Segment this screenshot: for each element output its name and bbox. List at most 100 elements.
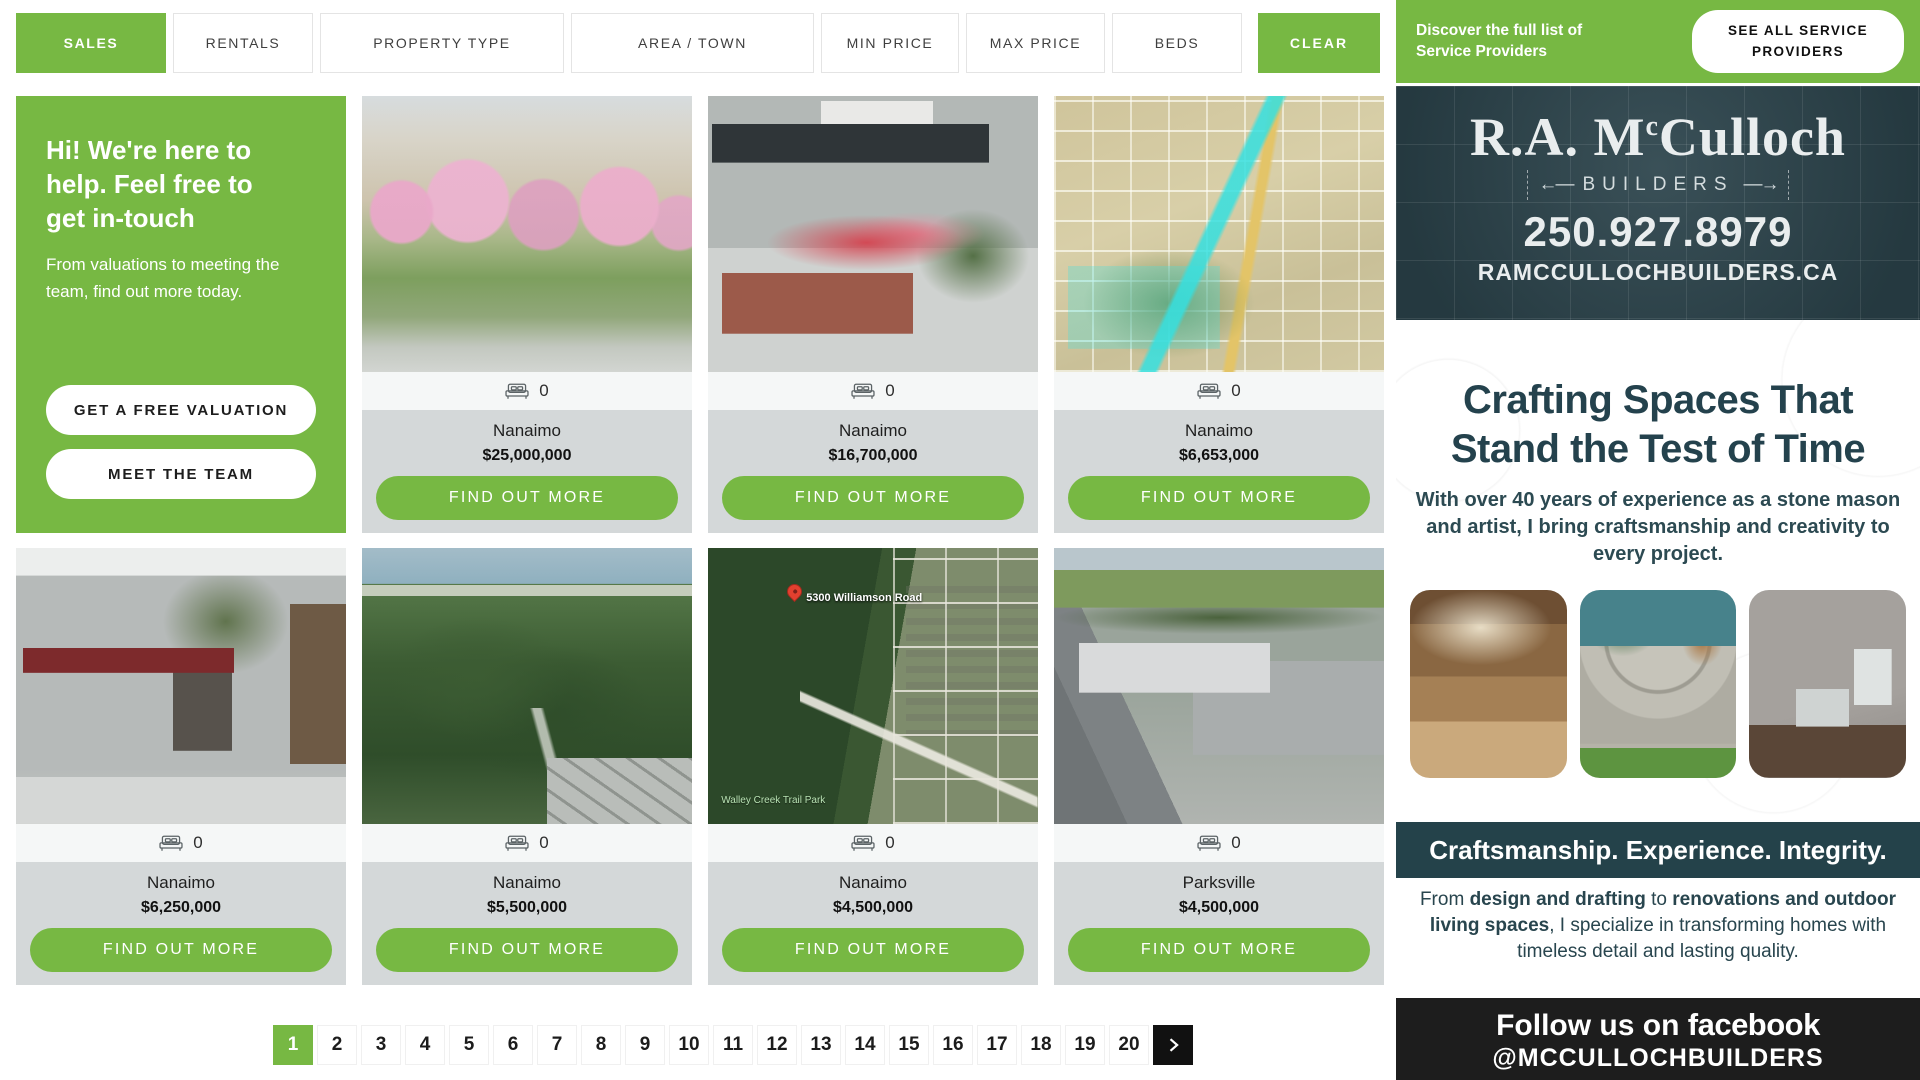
- find-out-more-button[interactable]: FIND OUT MORE: [376, 928, 678, 972]
- listing-footer: Nanaimo $5,500,000 FIND OUT MORE: [362, 862, 692, 985]
- listing-photo[interactable]: [362, 548, 692, 824]
- page-button[interactable]: 7: [537, 1025, 577, 1065]
- page-button[interactable]: 3: [361, 1025, 401, 1065]
- listing-price: $6,653,000: [1068, 447, 1370, 465]
- listing-price: $16,700,000: [722, 447, 1024, 465]
- listing-card: 0 Nanaimo $6,250,000 FIND OUT MORE: [16, 548, 346, 985]
- page-button[interactable]: 18: [1021, 1025, 1061, 1065]
- map-park-label: Walley Creek Trail Park: [721, 794, 825, 807]
- page-button[interactable]: 5: [449, 1025, 489, 1065]
- listing-meta-strip: 0: [16, 824, 346, 862]
- facebook-logo-text: facebook: [1688, 1007, 1820, 1042]
- listing-card: 0 Nanaimo $6,653,000 FIND OUT MORE: [1054, 96, 1384, 533]
- page-button[interactable]: 13: [801, 1025, 841, 1065]
- sidebar-ad-column: Discover the full list of Service Provid…: [1396, 0, 1920, 1080]
- filter-button-area-town[interactable]: AREA / TOWN: [571, 13, 814, 73]
- pagination: 1234567891011121314151617181920: [273, 1025, 1396, 1065]
- beds-count: 0: [1231, 381, 1240, 401]
- listings-grid: Hi! We're here to help. Feel free to get…: [16, 96, 1396, 985]
- listing-price: $4,500,000: [722, 899, 1024, 917]
- see-all-service-providers-button[interactable]: SEE ALL SERVICE PROVIDERS: [1692, 10, 1904, 73]
- listing-photo[interactable]: [1054, 96, 1384, 372]
- listing-location: Nanaimo: [376, 421, 678, 441]
- dashed-line-left: [1527, 170, 1528, 200]
- page-button[interactable]: 9: [625, 1025, 665, 1065]
- page-button[interactable]: 10: [669, 1025, 709, 1065]
- page-button[interactable]: 2: [317, 1025, 357, 1065]
- arrow-right-icon: —→: [1744, 174, 1778, 196]
- listing-location: Nanaimo: [1068, 421, 1370, 441]
- listing-card: 0 Nanaimo $25,000,000 FIND OUT MORE: [362, 96, 692, 533]
- page-button[interactable]: 16: [933, 1025, 973, 1065]
- listing-footer: Parksville $4,500,000 FIND OUT MORE: [1054, 862, 1384, 985]
- filter-button-min-price[interactable]: MIN PRICE: [821, 13, 959, 73]
- beds-count: 0: [885, 833, 894, 853]
- ad-services-text-segment: design and drafting: [1470, 889, 1646, 910]
- find-out-more-button[interactable]: FIND OUT MORE: [722, 928, 1024, 972]
- service-providers-header: Discover the full list of Service Provid…: [1396, 0, 1920, 86]
- ad-services-text-segment: , I specialize in transforming homes wit…: [1517, 915, 1886, 962]
- ad-photo: [1410, 590, 1567, 778]
- listing-photo[interactable]: 5300 Williamson Road Walley Creek Trail …: [708, 548, 1038, 824]
- brand-name: R.A. McCulloch: [1396, 106, 1920, 168]
- listing-footer: Nanaimo $16,700,000 FIND OUT MORE: [708, 410, 1038, 533]
- dashed-line-right: [1788, 170, 1789, 200]
- filter-button-beds[interactable]: BEDS: [1112, 13, 1242, 73]
- find-out-more-button[interactable]: FIND OUT MORE: [1068, 928, 1370, 972]
- bed-icon: [851, 383, 875, 400]
- page-button[interactable]: 8: [581, 1025, 621, 1065]
- map-pin-icon: [784, 581, 805, 602]
- listing-footer: Nanaimo $25,000,000 FIND OUT MORE: [362, 410, 692, 533]
- page-button[interactable]: 17: [977, 1025, 1017, 1065]
- find-out-more-button[interactable]: FIND OUT MORE: [1068, 476, 1370, 520]
- filter-bar: SALESRENTALSPROPERTY TYPEAREA / TOWNMIN …: [0, 0, 1396, 73]
- listing-location: Parksville: [1068, 873, 1370, 893]
- listing-price: $4,500,000: [1068, 899, 1370, 917]
- promo-heading: Hi! We're here to help. Feel free to get…: [46, 134, 298, 235]
- listing-meta-strip: 0: [362, 372, 692, 410]
- filter-button-rentals[interactable]: RENTALS: [173, 13, 313, 73]
- bed-icon: [851, 835, 875, 852]
- ad-photo: [1580, 590, 1737, 778]
- beds-count: 0: [539, 833, 548, 853]
- page-button[interactable]: 11: [713, 1025, 753, 1065]
- map-pin-overlay: 5300 Williamson Road: [787, 584, 922, 604]
- listing-photo[interactable]: [708, 96, 1038, 372]
- listing-price: $5,500,000: [376, 899, 678, 917]
- find-out-more-button[interactable]: FIND OUT MORE: [376, 476, 678, 520]
- page-button[interactable]: 1: [273, 1025, 313, 1065]
- ad-photo: [1749, 590, 1906, 778]
- find-out-more-button[interactable]: FIND OUT MORE: [722, 476, 1024, 520]
- bed-icon: [1197, 835, 1221, 852]
- page-button[interactable]: 4: [405, 1025, 445, 1065]
- contact-promo-card: Hi! We're here to help. Feel free to get…: [16, 96, 346, 533]
- facebook-handle: @MCCULLOCHBUILDERS: [1396, 1044, 1920, 1073]
- find-out-more-button[interactable]: FIND OUT MORE: [30, 928, 332, 972]
- filter-button-property-type[interactable]: PROPERTY TYPE: [320, 13, 564, 73]
- page-button[interactable]: 20: [1109, 1025, 1149, 1065]
- bed-icon: [505, 835, 529, 852]
- filter-button-clear[interactable]: CLEAR: [1258, 13, 1380, 73]
- beds-count: 0: [885, 381, 894, 401]
- page-button[interactable]: 12: [757, 1025, 797, 1065]
- brand-name-rest: Culloch: [1659, 107, 1846, 167]
- page-button[interactable]: 6: [493, 1025, 533, 1065]
- meet-the-team-button[interactable]: MEET THE TEAM: [46, 449, 316, 499]
- listing-photo[interactable]: [362, 96, 692, 372]
- filter-button-max-price[interactable]: MAX PRICE: [966, 13, 1105, 73]
- listing-meta-strip: 0: [362, 824, 692, 862]
- facebook-follow-bar[interactable]: Follow us on facebook @MCCULLOCHBUILDERS: [1396, 998, 1920, 1080]
- listing-photo[interactable]: [1054, 548, 1384, 824]
- listing-location: Nanaimo: [722, 421, 1024, 441]
- get-free-valuation-button[interactable]: GET A FREE VALUATION: [46, 385, 316, 435]
- listing-photo[interactable]: [16, 548, 346, 824]
- brand-tagline: BUILDERS: [1582, 174, 1733, 196]
- page-button[interactable]: 14: [845, 1025, 885, 1065]
- ad-headline: Crafting Spaces That Stand the Test of T…: [1410, 376, 1906, 474]
- service-providers-text: Discover the full list of Service Provid…: [1416, 21, 1634, 63]
- page-button[interactable]: 19: [1065, 1025, 1105, 1065]
- filter-button-sales[interactable]: SALES: [16, 13, 166, 73]
- next-page-button[interactable]: [1153, 1025, 1193, 1065]
- page-button[interactable]: 15: [889, 1025, 929, 1065]
- follow-us-text: Follow us on: [1496, 1009, 1688, 1042]
